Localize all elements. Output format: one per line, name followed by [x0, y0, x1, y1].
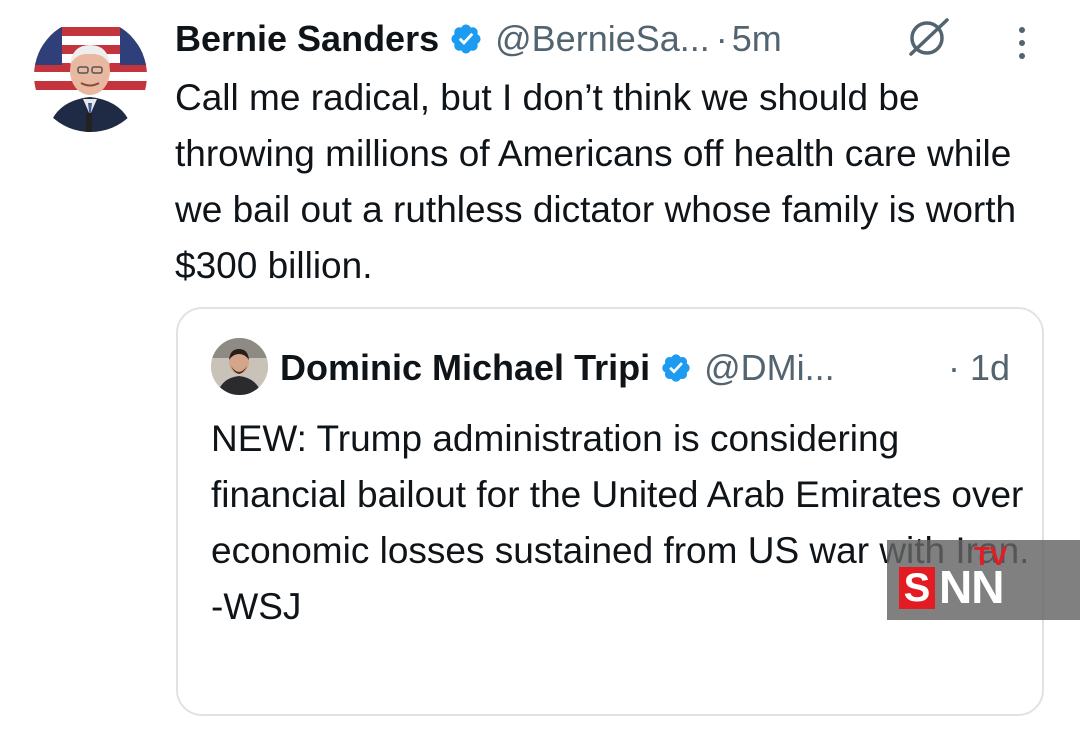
author-name[interactable]: Bernie Sanders [175, 18, 439, 60]
author-avatar[interactable] [34, 19, 147, 132]
verified-badge-icon [451, 24, 481, 54]
quoted-tweet-card[interactable]: Dominic Michael Tripi @DMi... · 1d NEW: … [176, 307, 1044, 716]
watermark-s: S [899, 567, 935, 609]
author-handle[interactable]: @BernieSa... [495, 18, 710, 60]
quoted-tweet-header: Dominic Michael Tripi @DMi... [280, 343, 835, 393]
tweet-timestamp[interactable]: 5m [732, 18, 782, 60]
grok-icon[interactable] [903, 16, 953, 58]
tweet-text: Call me radical, but I don’t think we sh… [175, 77, 1017, 286]
quoted-tweet-timestamp[interactable]: · 1d [948, 343, 1010, 393]
quoted-author-name[interactable]: Dominic Michael Tripi [280, 347, 650, 389]
verified-badge-icon [662, 354, 690, 382]
watermark-tv: TV [974, 541, 1008, 571]
quoted-author-avatar[interactable] [211, 338, 268, 395]
more-options-icon[interactable] [1010, 22, 1034, 64]
quoted-author-handle[interactable]: @DMi... [704, 347, 835, 389]
snn-tv-watermark: S NN TV [887, 540, 1080, 620]
time-separator: · [715, 18, 728, 59]
tweet-header: Bernie Sanders @BernieSa... · 5m [175, 14, 782, 64]
